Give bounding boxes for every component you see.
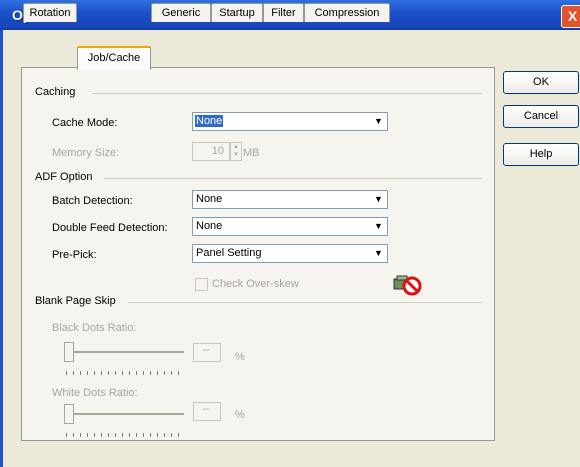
chevron-down-icon[interactable]: ▼ [371,219,386,234]
batch-detection-value: None [196,193,223,205]
cancel-button[interactable]: Cancel [503,105,579,128]
black-dots-unit: % [235,351,245,363]
close-button[interactable]: X [561,5,580,28]
caching-group-label: Caching [35,86,76,98]
black-dots-slider-thumb[interactable] [64,342,74,362]
check-overskew-checkbox[interactable] [195,278,208,291]
pre-pick-label: Pre-Pick: [52,249,97,261]
cache-mode-label: Cache Mode: [52,117,118,129]
memory-size-input[interactable]: 10 [192,142,230,161]
pre-pick-value: Panel Setting [196,247,262,259]
double-feed-value: None [196,220,223,232]
white-dots-unit: % [235,409,245,421]
tab-filter[interactable]: Filter [263,3,304,22]
pre-pick-select[interactable]: Panel Setting ▼ [192,244,388,263]
tab-generic[interactable]: Generic [151,3,211,22]
cache-mode-select[interactable]: None ▼ [192,112,388,131]
batch-detection-select[interactable]: None ▼ [192,190,388,209]
double-feed-select[interactable]: None ▼ [192,217,388,236]
check-overskew-label: Check Over-skew [212,278,299,290]
black-dots-slider-track[interactable] [64,351,184,353]
memory-size-value: 10 [211,145,224,157]
white-dots-ratio-label: White Dots Ratio: [52,387,138,399]
white-dots-slider-thumb[interactable] [64,404,74,424]
black-dots-ratio-label: Black Dots Ratio: [52,322,137,334]
tab-rotation[interactable]: Rotation [23,3,77,22]
memory-spin-arrows[interactable]: ▲ ▼ [230,142,242,161]
tab-startup[interactable]: Startup [211,3,263,22]
adf-group-label: ADF Option [35,171,93,183]
blank-page-skip-label: Blank Page Skip [35,295,116,307]
memory-unit: MB [243,147,260,159]
help-button[interactable]: Help [503,143,579,166]
white-dots-ticks [66,428,185,437]
black-dots-ratio-input[interactable]: – [193,343,221,362]
caching-divider [92,93,482,94]
chevron-down-icon[interactable]: ▼ [371,192,386,207]
white-dots-slider-track[interactable] [64,413,184,415]
no-scanner-icon [392,272,422,296]
memory-size-label: Memory Size: [52,147,120,159]
cache-mode-value: None [195,115,224,127]
tab-job-cache[interactable]: Job/Cache [77,46,151,70]
tab-compression[interactable]: Compression [304,3,390,22]
white-dots-ratio-input[interactable]: – [193,402,221,421]
black-dots-ticks [66,366,185,375]
batch-detection-label: Batch Detection: [52,195,133,207]
ok-button[interactable]: OK [503,71,579,94]
blank-page-divider [128,302,482,303]
chevron-down-icon[interactable]: ▼ [371,246,386,261]
double-feed-label: Double Feed Detection: [52,222,168,234]
chevron-down-icon[interactable]: ▼ [371,114,386,129]
adf-divider [104,178,482,179]
